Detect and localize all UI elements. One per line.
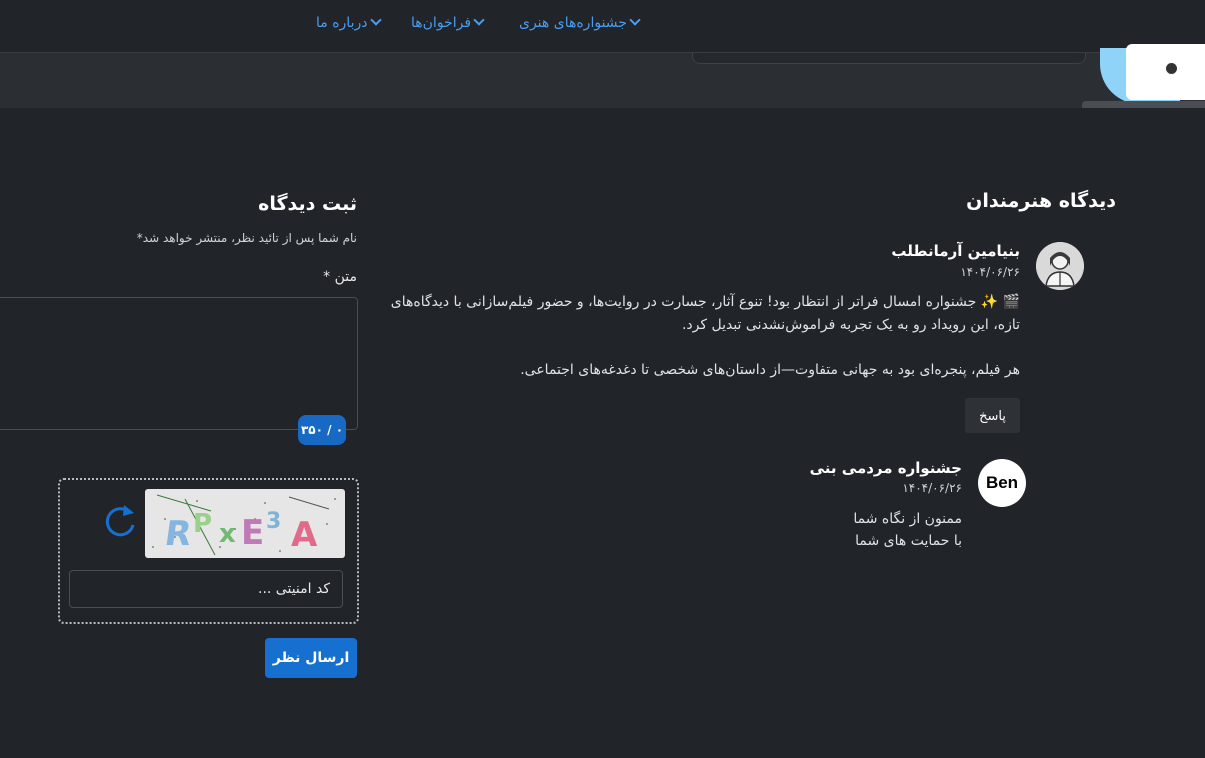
chevron-down-icon <box>629 14 642 26</box>
header-divider <box>1082 101 1205 108</box>
refresh-icon[interactable] <box>104 503 138 541</box>
nav-item-about[interactable]: درباره ما <box>316 14 386 31</box>
comments-title: دیدگاه هنرمندان <box>966 190 1116 212</box>
comment-author: بنیامین آرمانطلب <box>891 242 1020 260</box>
reply-button[interactable]: پاسخ <box>965 398 1020 433</box>
char-counter-badge: ۰ / ۳۵۰ <box>298 415 346 445</box>
captcha-char: A <box>291 515 318 555</box>
captcha-char: 3 <box>266 509 282 534</box>
avatar: Ben <box>978 459 1026 507</box>
form-title: ثبت دیدگاه <box>258 193 357 215</box>
comment-author: جشنواره مردمی بنی <box>809 459 962 477</box>
captcha-char: E <box>241 513 265 553</box>
user-avatar-icon <box>1036 242 1084 290</box>
avatar <box>1036 242 1084 290</box>
comment-text-line: تازه، این رویداد رو به یک تجربه فراموش‌ن… <box>681 317 1020 333</box>
captcha-char: x <box>219 519 236 549</box>
nav-item-label: درباره ما <box>316 15 368 31</box>
chevron-down-icon <box>473 14 486 26</box>
nav-item-festivals[interactable]: جشنواره‌های هنری <box>519 14 645 31</box>
header-card <box>1126 44 1205 100</box>
comment-text-line: 🎬 ✨ جشنواره امسال فراتر از انتظار بود! ت… <box>390 294 1020 310</box>
captcha-char: R <box>162 514 194 554</box>
dot-icon <box>1166 63 1177 74</box>
submit-comment-button[interactable]: ارسال نظر <box>265 638 357 678</box>
comment-text-line: ممنون از نگاه شما <box>853 511 962 527</box>
form-notice: نام شما پس از تائید نظر، منتشر خواهد شد* <box>136 231 357 245</box>
text-field-label: متن * <box>323 269 357 285</box>
chevron-down-icon <box>370 14 382 26</box>
captcha-char: P <box>193 509 213 539</box>
comment-text-line: هر فیلم، پنجره‌ای بود به جهانی متفاوت—از… <box>520 362 1020 378</box>
comment-textarea[interactable] <box>0 297 358 430</box>
captcha-image: R P x E 3 A <box>145 489 345 558</box>
nav-item-label: جشنواره‌های هنری <box>519 15 627 31</box>
comment-text-line: با حمایت های شما <box>855 533 962 549</box>
top-navbar: جشنواره‌های هنری فراخوان‌ها درباره ما <box>0 0 1205 53</box>
nav-item-label: فراخوان‌ها <box>411 15 472 31</box>
captcha-input[interactable] <box>69 570 343 608</box>
comment-date: ۱۴۰۴/۰۶/۲۶ <box>960 265 1020 279</box>
header-search-box[interactable] <box>692 53 1086 64</box>
comment-date: ۱۴۰۴/۰۶/۲۶ <box>902 481 962 495</box>
nav-item-calls[interactable]: فراخوان‌ها <box>411 14 489 31</box>
